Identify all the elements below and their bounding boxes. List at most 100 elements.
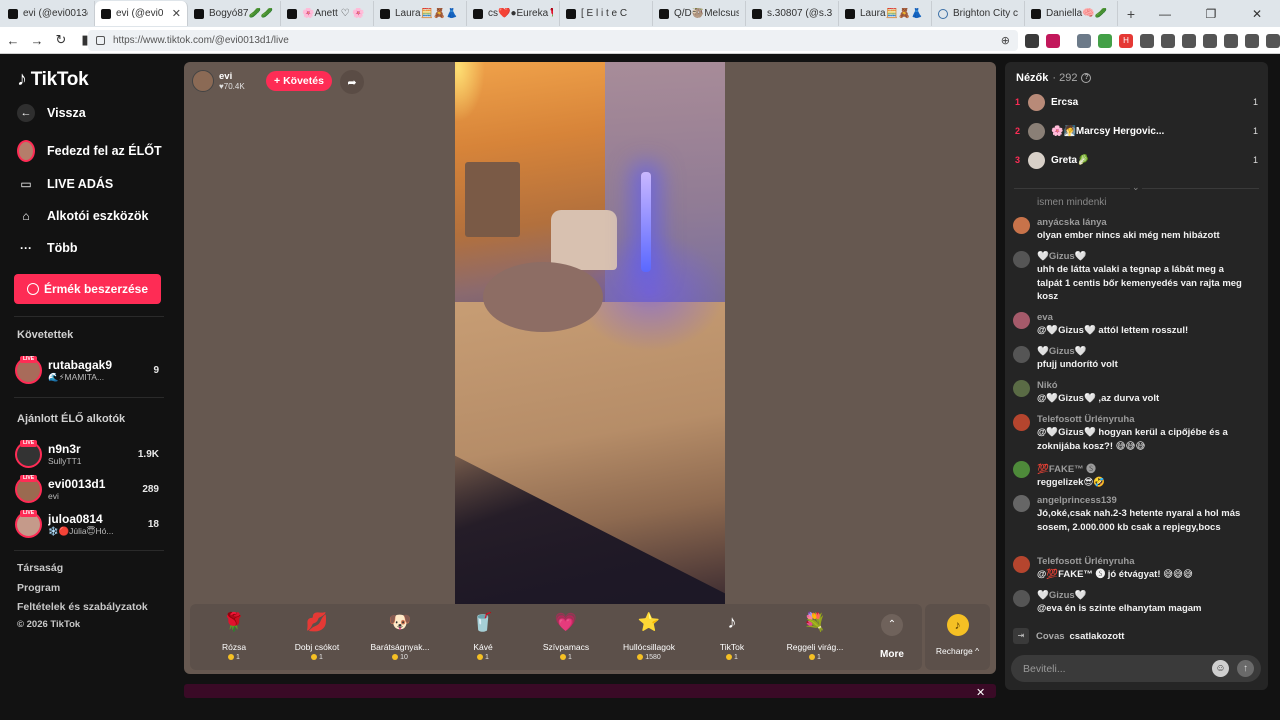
browser-tab[interactable]: evi (@evi0013d1) [2,1,95,26]
help-icon[interactable]: ? [1081,73,1092,83]
extension-shield-icon[interactable] [1077,33,1091,48]
host-info[interactable]: evi ♥70.4K [192,70,245,92]
more-gifts-button[interactable]: ⌃ More [872,612,912,660]
browser-tab[interactable]: Brighton City ca [932,1,1025,26]
wallet-icon[interactable] [1224,33,1238,48]
gift-item[interactable]: 🐶 Barátságnyak... 10 [359,610,441,666]
back-link[interactable]: ← Vissza [17,104,86,122]
browser-tab[interactable]: 🌸Anett ♡ 🌸 [281,1,374,26]
footer-link-company[interactable]: Társaság [17,562,63,574]
browser-tab[interactable]: Laura🧮🧸👗 M [374,1,467,26]
site-info-icon[interactable] [96,36,105,45]
close-tab-icon[interactable]: ✕ [172,7,181,20]
bottom-banner[interactable] [184,684,996,698]
share-icon[interactable]: ➦ [340,70,364,94]
gift-item[interactable]: 🌹 Rózsa 1 [193,610,275,666]
tiktok-favicon-icon [845,8,855,19]
url-field[interactable]: https://www.tiktok.com/@evi0013d1/live ⊕ [88,30,1018,51]
gift-item[interactable]: 💐 Reggeli virág... 1 [774,610,856,666]
back-arrow-icon[interactable]: ← [2,33,24,48]
gift-item[interactable]: ♪ TikTok 1 [691,610,773,666]
emoji-icon[interactable]: ☺ [1212,660,1229,677]
hls-icon[interactable]: H [1119,33,1133,48]
avatar[interactable] [1013,461,1030,478]
live-badge: LIVE [20,439,37,447]
browser-tab[interactable]: Q/D🦥Melcsusz [653,1,746,26]
video-camera-icon: ▭ [20,177,32,191]
maximize-icon[interactable]: ❐ [1188,7,1234,21]
gift-item[interactable]: 💗 Szívpamacs 1 [525,610,607,666]
buy-coins-button[interactable]: Érmék beszerzése [14,274,161,304]
minimize-icon[interactable]: — [1142,7,1188,21]
browser-tab[interactable]: Bogyó87🥒🥒 [188,1,281,26]
recommended-account[interactable]: LIVE juloa0814 ❄️🔴Júlia😇Hó... 18 [15,509,165,539]
close-window-icon[interactable]: ✕ [1234,7,1280,21]
video-chair [551,210,617,270]
tiktok-logo[interactable]: ♪ TikTok [17,68,89,91]
coin-icon [726,654,733,661]
chevron-down-icon[interactable]: ⌄ [1130,182,1142,193]
tiktok-favicon-icon [101,8,111,19]
gift-item[interactable]: 🥤 Kávé 1 [442,610,524,666]
browser-tab[interactable]: cs❤️●Eureka🌹 [467,1,560,26]
sidebar-icon[interactable] [1203,33,1217,48]
link-icon[interactable] [1182,33,1196,48]
globe-favicon-icon [938,8,948,19]
follow-button[interactable]: + Követés [266,71,332,91]
top-viewer[interactable]: 1 Ercsa 1 [1015,92,1260,112]
close-icon[interactable]: ✕ [976,686,985,699]
coffee-icon: 🥤 [471,611,495,632]
top-viewer[interactable]: 2 🌸🧖Marcsy Hergovic... 1 [1015,121,1260,141]
recommended-account[interactable]: LIVE evi0013d1 evi 289 [15,474,165,504]
color-wheel-icon[interactable] [1098,33,1112,48]
triangle-icon[interactable] [1046,33,1060,48]
host-avatar[interactable] [192,70,214,92]
explore-avatar-icon [17,140,35,162]
music-icon[interactable] [1161,33,1175,48]
footer-link-terms[interactable]: Feltételek és szabályzatok [17,601,148,613]
avatar[interactable] [1013,556,1030,573]
zoom-icon[interactable]: ⊕ [1001,34,1010,47]
chat-message: eva @🤍Gizus🤍 attól lettem rosszul! [1013,312,1253,338]
nav-live-broadcast[interactable]: ▭ LIVE ADÁS [17,175,113,193]
avatar[interactable] [1013,346,1030,363]
reload-icon[interactable]: ↻ [50,32,72,48]
avatar[interactable] [1013,217,1030,234]
browser-tab[interactable]: [ E l i t e C [560,1,653,26]
avatar[interactable] [1013,495,1030,512]
live-video[interactable] [455,62,725,604]
recharge-button[interactable]: ♪ Recharge ^ [925,604,990,670]
video-shelf [465,162,520,237]
top-viewer[interactable]: 3 Greta🥬 1 [1015,150,1260,170]
browser-tab[interactable]: s.30807 (@s.30 [746,1,839,26]
nav-more[interactable]: ··· Több [17,239,78,257]
puzzle-icon[interactable] [1140,33,1154,48]
gift-item[interactable]: ⭐ Hullócsillagok 1580 [608,610,690,666]
new-tab-icon[interactable]: + [1118,6,1144,22]
browser-tab[interactable]: Daniella🧠🥒 [1025,1,1118,26]
browser-tab-active[interactable]: evi (@evi0 ✕ [95,1,188,26]
send-icon[interactable]: ↑ [1237,660,1254,677]
nav-creator-tools[interactable]: ⌂ Alkotói eszközök [17,207,148,225]
avatar[interactable] [1013,251,1030,268]
browser-tab[interactable]: Laura🧮🧸👗 M [839,1,932,26]
tiktok-favicon-icon [473,8,483,19]
forward-arrow-icon[interactable]: → [26,33,48,48]
shield-icon[interactable] [1025,33,1039,48]
rose-icon: 🌹 [222,611,246,632]
following-account[interactable]: LIVE rutabagak9 🌊⚡MAMITA... 9 [15,355,165,385]
vpn-icon[interactable] [1266,33,1280,48]
avatar[interactable] [1013,590,1030,607]
footer-link-program[interactable]: Program [17,582,60,594]
flower-bouquet-icon: 💐 [803,611,827,632]
nav-explore-live[interactable]: Fedezd fel az ÉLŐT [17,140,162,162]
video-lamp [641,172,651,272]
avatar[interactable] [1013,312,1030,329]
gift-item[interactable]: 💋 Dobj csókot 1 [276,610,358,666]
viewers-header[interactable]: Nézők · 292 ? [1016,72,1092,84]
chat-input[interactable] [1023,660,1213,677]
avatar[interactable] [1013,380,1030,397]
recommended-account[interactable]: LIVE n9n3r SullyTT1 1.9K [15,439,165,469]
avatar[interactable] [1013,414,1030,431]
sparkle-icon[interactable] [1245,33,1259,48]
